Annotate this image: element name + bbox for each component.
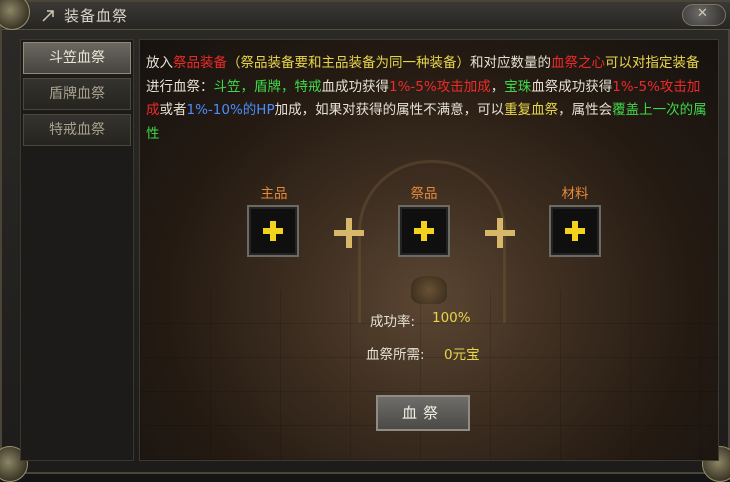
window-title: 装备血祭 — [64, 7, 129, 25]
cost-label: 血祭所需: — [366, 347, 425, 363]
close-button[interactable] — [682, 4, 726, 26]
plus-icon — [485, 218, 515, 248]
description-text: 放入祭品装备（祭品装备要和主品装备为同一种装备）和对应数量的血祭之心可以对指定装… — [146, 55, 707, 142]
material-slot-label: 材料 — [561, 186, 589, 202]
offering-item-slot[interactable] — [398, 205, 450, 257]
material-item-slot[interactable] — [549, 205, 601, 257]
sidebar: 斗笠血祭 盾牌血祭 特戒血祭 — [20, 39, 134, 461]
title-bar: 装备血祭 — [2, 2, 730, 30]
arrow-icon — [42, 10, 54, 22]
tab-shield-bloodrite[interactable]: 盾牌血祭 — [23, 78, 131, 110]
main-slot-label: 主品 — [260, 186, 288, 202]
success-rate-label: 成功率: — [370, 314, 416, 330]
bloodrite-button[interactable]: 血祭 — [376, 395, 470, 431]
plus-icon — [334, 218, 364, 248]
main-panel: 放入祭品装备（祭品装备要和主品装备为同一种装备）和对应数量的血祭之心可以对指定装… — [139, 39, 719, 461]
altar-emblem-icon — [411, 276, 447, 304]
tab-ring-bloodrite[interactable]: 特戒血祭 — [23, 114, 131, 146]
offering-slot-label: 祭品 — [410, 186, 438, 202]
main-item-slot[interactable] — [247, 205, 299, 257]
tab-hat-bloodrite[interactable]: 斗笠血祭 — [23, 42, 131, 74]
success-rate-value: 100% — [432, 310, 471, 326]
cost-value: 0元宝 — [444, 347, 480, 363]
window-frame: 装备血祭 斗笠血祭 盾牌血祭 特戒血祭 放入祭品装备（祭品装备要和主品装备为同一… — [0, 0, 730, 482]
